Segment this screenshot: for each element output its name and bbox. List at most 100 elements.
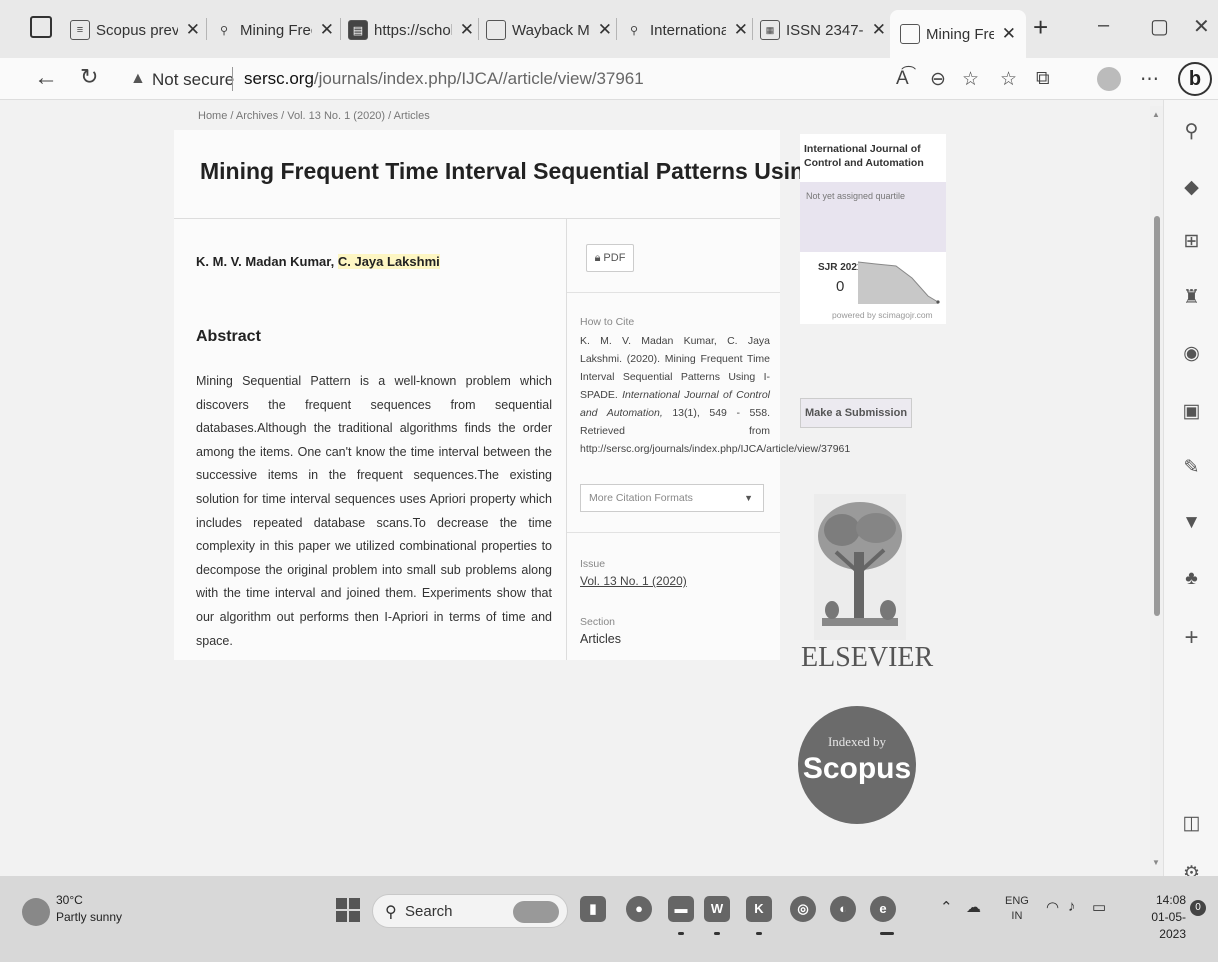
tab-strip: ≡ Scopus previe ✕ ⚲ Mining Freque ✕ ▤ ht… — [0, 0, 1218, 58]
scholar-icon: ▤ — [348, 20, 368, 40]
pdf-button[interactable]: 🔒︎ PDF — [586, 244, 634, 272]
chat-icon[interactable]: ● — [626, 896, 652, 922]
add-icon[interactable]: + — [1164, 624, 1218, 652]
word-icon[interactable]: W — [704, 896, 730, 922]
volume-icon[interactable]: ♪ — [1068, 898, 1076, 915]
restore-icon[interactable]: ▢ — [1150, 14, 1169, 39]
citation-text: K. M. V. Madan Kumar, C. Jaya Lakshmi. (… — [580, 335, 851, 455]
url-domain: sersc.org — [244, 69, 314, 88]
wifi-icon[interactable]: ◠ — [1046, 898, 1059, 916]
onedrive-icon[interactable]: ☁ — [966, 898, 981, 916]
back-icon[interactable]: ← — [34, 64, 58, 92]
issue-link[interactable]: Vol. 13 No. 1 (2020) — [580, 574, 687, 588]
close-tab-icon[interactable]: ✕ — [734, 20, 748, 40]
abstract-text: Mining Sequential Pattern is a well-know… — [196, 374, 552, 648]
sjr-value: 0 — [836, 278, 845, 295]
tab-scholar[interactable]: ▤ https://schola ✕ — [348, 10, 474, 50]
shopping-icon[interactable]: ⊞ — [1164, 230, 1218, 253]
authors: K. M. V. Madan Kumar, C. Jaya Lakshmi — [196, 254, 440, 269]
weather-icon[interactable] — [22, 898, 50, 926]
security-label[interactable]: Not secure — [152, 70, 234, 90]
scroll-thumb[interactable] — [1154, 216, 1160, 616]
new-tab-button[interactable]: + — [1033, 12, 1048, 43]
minimize-icon[interactable]: – — [1098, 14, 1109, 37]
tab-international-journal[interactable]: ⚲ International J ✕ — [624, 10, 748, 50]
make-submission-button[interactable]: Make a Submission — [800, 398, 912, 428]
chrome-profile-icon[interactable]: ◐ — [830, 896, 856, 922]
sjr-sparkline — [857, 261, 940, 304]
notification-icon[interactable]: 0 — [1190, 900, 1206, 916]
breadcrumb[interactable]: Home / Archives / Vol. 13 No. 1 (2020) /… — [198, 110, 430, 122]
close-tab-icon[interactable]: ✕ — [598, 20, 612, 40]
language-indicator[interactable]: ENG IN — [1005, 894, 1029, 924]
document-icon: ≡ — [70, 20, 90, 40]
tab-mining-frequent-active[interactable]: Mining Freque ✕ — [890, 10, 1026, 58]
tree-icon[interactable]: ♣ — [1164, 568, 1218, 590]
citation-formats-select[interactable]: More Citation Formats ▼ — [580, 484, 764, 512]
read-aloud-icon[interactable]: A͡ — [896, 68, 909, 90]
tab-wayback[interactable]: Wayback Mach ✕ — [486, 10, 612, 50]
taskbar-search[interactable]: ⚲ Search — [372, 894, 568, 928]
address-bar: ← ↻ ▲ Not secure sersc.org/journals/inde… — [0, 58, 1218, 100]
warning-icon[interactable]: ▲ — [130, 70, 146, 88]
collections-icon[interactable]: ⧉ — [1036, 68, 1050, 90]
url-field[interactable]: sersc.org/journals/index.php/IJCA//artic… — [244, 69, 644, 89]
search-icon: ⚲ — [629, 24, 639, 37]
sjr-powered-by: powered by scimagojr.com — [832, 310, 933, 320]
tray-overflow-icon[interactable]: ⌃ — [940, 898, 953, 916]
weather-desc[interactable]: Partly sunny — [56, 910, 122, 924]
close-window-icon[interactable]: ✕ — [1193, 14, 1210, 39]
task-view-icon[interactable]: ▮ — [580, 896, 606, 922]
tab-issn[interactable]: ▦ ISSN 2347-852 ✕ — [760, 10, 886, 50]
sjr-widget[interactable]: International Journal of Control and Aut… — [800, 134, 946, 324]
section-value: Articles — [580, 632, 621, 646]
search-icon: ⚲ — [219, 24, 229, 37]
tab-mining-search[interactable]: ⚲ Mining Freque ✕ — [214, 10, 334, 50]
close-tab-icon[interactable]: ✕ — [1002, 24, 1016, 44]
scroll-down-icon[interactable]: ▼ — [1152, 858, 1160, 867]
sidebar-panel-icon[interactable]: ◫ — [1164, 812, 1218, 835]
search-highlight-icon — [513, 901, 559, 923]
more-menu-icon[interactable]: ⋯ — [1140, 68, 1159, 91]
lock-icon: 🔒︎ — [594, 251, 601, 264]
drop-icon[interactable]: ✎ — [1164, 456, 1218, 479]
author-1: K. M. V. Madan Kumar, — [196, 254, 335, 269]
tag-icon[interactable]: ◆ — [1164, 176, 1218, 199]
close-tab-icon[interactable]: ✕ — [186, 20, 200, 40]
weather-temp[interactable]: 30°C — [56, 893, 83, 907]
refresh-icon[interactable]: ↻ — [80, 64, 98, 90]
page-scrollbar[interactable]: ▲ ▼ — [1150, 106, 1163, 876]
edge-icon[interactable]: e — [870, 896, 896, 922]
app-k-icon[interactable]: K — [746, 896, 772, 922]
scroll-up-icon[interactable]: ▲ — [1152, 110, 1160, 119]
chrome-icon[interactable]: ◎ — [790, 896, 816, 922]
favorite-add-icon[interactable]: ☆ — [962, 68, 979, 91]
how-to-cite-heading: How to Cite — [580, 316, 635, 328]
article-card: Mining Frequent Time Interval Sequential… — [174, 130, 916, 660]
bing-icon[interactable]: b — [1178, 62, 1212, 96]
battery-icon[interactable]: ▭ — [1092, 898, 1106, 916]
issn-icon: ▦ — [760, 20, 780, 40]
tab-scopus-preview[interactable]: ≡ Scopus previe ✕ — [70, 10, 200, 50]
designer-icon[interactable]: ▼ — [1164, 512, 1218, 534]
close-tab-icon[interactable]: ✕ — [872, 20, 886, 40]
tab-actions-icon[interactable] — [30, 16, 52, 38]
page-icon — [486, 20, 506, 40]
outlook-icon[interactable]: ▣ — [1164, 400, 1218, 423]
start-button[interactable] — [336, 898, 360, 922]
issue-heading: Issue — [580, 558, 606, 570]
tools-icon[interactable]: ♜ — [1164, 286, 1218, 309]
page-viewport: Home / Archives / Vol. 13 No. 1 (2020) /… — [0, 100, 1163, 876]
file-explorer-icon[interactable]: ▬ — [668, 896, 694, 922]
games-icon[interactable]: ◉ — [1164, 342, 1218, 365]
close-tab-icon[interactable]: ✕ — [460, 20, 474, 40]
section-heading: Section — [580, 616, 616, 628]
favorites-icon[interactable]: ☆ — [1000, 68, 1017, 91]
zoom-icon[interactable]: ⊖ — [930, 68, 946, 91]
close-tab-icon[interactable]: ✕ — [320, 20, 334, 40]
profile-avatar[interactable] — [1097, 67, 1121, 91]
scopus-badge[interactable]: Indexed by Scopus — [798, 706, 916, 824]
search-icon[interactable]: ⚲ — [1164, 120, 1218, 143]
clock[interactable]: 14:08 01-05-2023 — [1128, 892, 1186, 943]
search-icon: ⚲ — [385, 904, 397, 921]
